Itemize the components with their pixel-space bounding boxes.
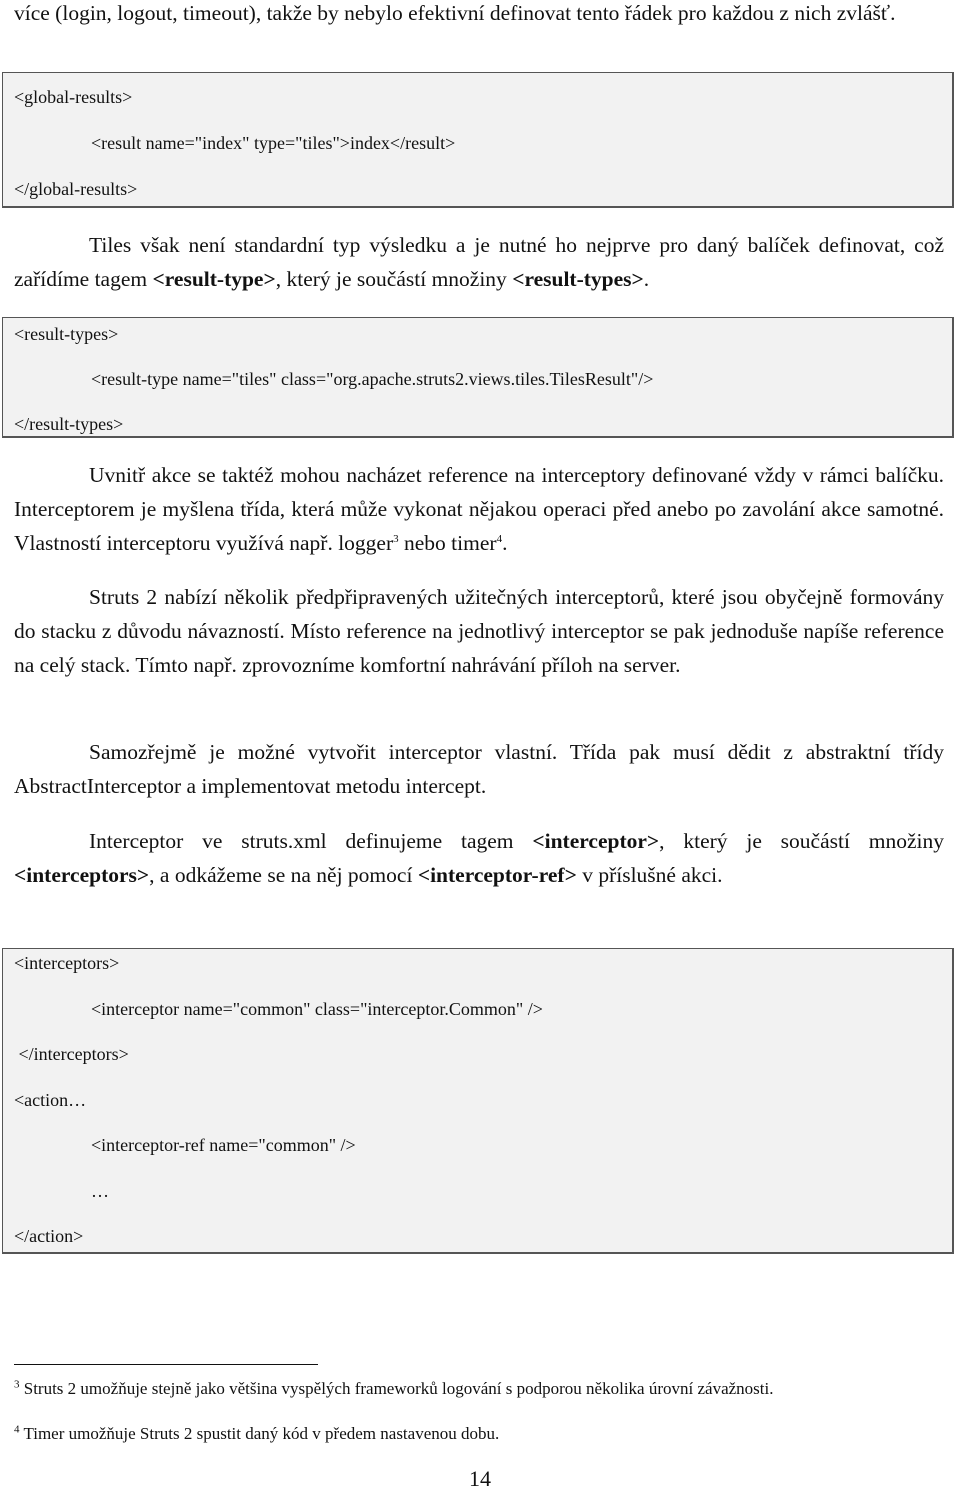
footnote-separator	[14, 1364, 318, 1365]
text: , a odkážeme se na něj pomocí	[149, 863, 418, 887]
code-line: <result-types>	[14, 324, 119, 344]
text: Interceptor ve struts.xml definujeme tag…	[89, 829, 533, 853]
text: , který je součástí množiny	[275, 267, 513, 291]
code-line: </interceptors>	[14, 1044, 129, 1064]
paragraph-tiles: Tiles však není standardní typ výsledku …	[14, 228, 944, 296]
code-block-result-types: <result-types> <result-type name="tiles"…	[2, 317, 954, 438]
tag-interceptor-ref: <interceptor-ref>	[417, 863, 577, 887]
code-line: …	[91, 1181, 109, 1201]
paragraph-custom-interceptor: Samozřejmě je možné vytvořit interceptor…	[14, 735, 944, 803]
paragraph-interceptor-xml: Interceptor ve struts.xml definujeme tag…	[14, 824, 944, 892]
code-line: </action>	[14, 1226, 84, 1246]
text: Samozřejmě je možné vytvořit interceptor…	[14, 740, 944, 798]
code-block-global-results: <global-results> <result name="index" ty…	[2, 72, 954, 208]
code-line: </global-results>	[14, 179, 138, 199]
code-line: <global-results>	[14, 87, 133, 107]
tag-interceptors: <interceptors>	[14, 863, 150, 887]
paragraph-text: více (login, logout, timeout), takže by …	[14, 1, 896, 25]
code-line: <result-type name="tiles" class="org.apa…	[91, 369, 654, 389]
text: v příslušné akci.	[576, 863, 723, 887]
paragraph-struts-stack: Struts 2 nabízí několik předpřipravených…	[14, 580, 944, 682]
code-line: <interceptor-ref name="common" />	[91, 1135, 356, 1155]
text: Struts 2 nabízí několik předpřipravených…	[14, 585, 944, 677]
text: .	[502, 531, 508, 555]
code-line: </result-types>	[14, 414, 124, 434]
code-block-interceptors: <interceptors> <interceptor name="common…	[2, 948, 954, 1254]
paragraph-intro: více (login, logout, timeout), takže by …	[14, 0, 944, 30]
tag-interceptor: <interceptor>	[532, 829, 660, 853]
tag-result-type: <result-type>	[152, 267, 276, 291]
code-line: <interceptors>	[14, 953, 120, 973]
paragraph-interceptors: Uvnitř akce se taktéž mohou nacházet ref…	[14, 458, 944, 560]
footnote-3: 3 Struts 2 umožňuje stejně jako většina …	[14, 1378, 914, 1400]
code-line: <interceptor name="common" class="interc…	[91, 999, 543, 1019]
footnote-4: 4 Timer umožňuje Struts 2 spustit daný k…	[14, 1423, 914, 1445]
page-number: 14	[469, 1466, 491, 1491]
text: .	[643, 267, 650, 291]
tag-result-types: <result-types>	[512, 267, 644, 291]
code-line: <action…	[14, 1090, 87, 1110]
footnote-text: Struts 2 umožňuje stejně jako většina vy…	[19, 1379, 774, 1398]
code-line: <result name="index" type="tiles">index<…	[91, 133, 456, 153]
text: , který je součástí množiny	[659, 829, 945, 853]
text: nebo timer	[398, 531, 497, 555]
footnote-text: Timer umožňuje Struts 2 spustit daný kód…	[19, 1424, 500, 1443]
